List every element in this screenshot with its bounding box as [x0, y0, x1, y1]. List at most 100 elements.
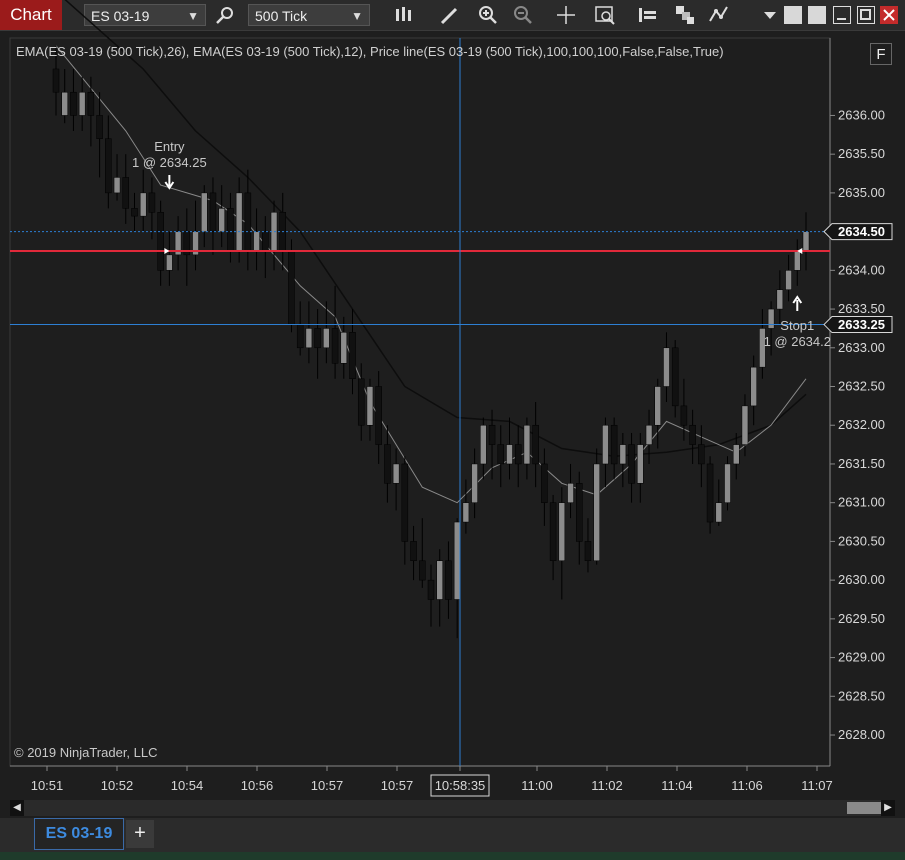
candle: [375, 371, 382, 464]
candle-body: [349, 332, 356, 380]
horizontal-scrollbar[interactable]: ◀ ▶: [10, 800, 895, 816]
candle-body: [523, 424, 531, 465]
candle-body: [488, 424, 496, 445]
candle: [698, 425, 705, 488]
candle: [174, 216, 182, 271]
candle: [401, 456, 409, 565]
candle: [192, 200, 199, 271]
candle-body: [689, 424, 696, 445]
y-tick-label: 2632.00: [838, 417, 885, 432]
crosshair-price-label: 2633.25: [838, 317, 885, 332]
plot-border: [9, 37, 831, 767]
status-bar: [0, 852, 905, 860]
candle-body: [148, 192, 156, 213]
candle: [497, 425, 505, 488]
candle: [628, 432, 635, 503]
x-tick-label: 10:57: [311, 778, 344, 793]
add-tab-button[interactable]: +: [126, 820, 154, 848]
y-tick-label: 2630.50: [838, 533, 885, 548]
scroll-left-icon[interactable]: ◀: [10, 800, 24, 816]
candle-body: [715, 502, 723, 523]
candle-body: [253, 231, 260, 252]
candle: [427, 564, 435, 627]
candle: [366, 378, 374, 441]
scroll-thumb[interactable]: [847, 802, 881, 814]
indicator-label: EMA(ES 03-19 (500 Tick),26), EMA(ES 03-1…: [16, 44, 724, 59]
candle: [139, 169, 147, 232]
candle: [453, 518, 461, 639]
candle-body: [392, 463, 400, 484]
candle-body: [445, 560, 452, 600]
candle-body: [584, 541, 592, 562]
candle-body: [654, 386, 661, 426]
copyright: © 2019 NinjaTrader, LLC: [14, 745, 158, 760]
candle: [794, 239, 801, 286]
candle: [680, 378, 688, 441]
candle: [706, 456, 714, 534]
candle: [122, 154, 130, 224]
candle: [410, 525, 417, 581]
candle: [148, 177, 156, 240]
candle: [541, 448, 548, 526]
candle: [113, 154, 121, 201]
candle-body: [776, 289, 784, 310]
candle: [296, 301, 304, 356]
y-tick-label: 2628.00: [838, 727, 885, 742]
candle: [724, 456, 731, 511]
candle: [610, 417, 618, 480]
x-tick-label: 10:58:35: [435, 778, 486, 793]
candle: [331, 285, 339, 379]
candle: [645, 409, 653, 464]
candle: [689, 409, 696, 464]
candle: [785, 254, 792, 302]
candle: [288, 239, 295, 333]
scroll-right-icon[interactable]: ▶: [881, 800, 895, 816]
candle-body: [706, 463, 714, 523]
y-tick-label: 2629.00: [838, 650, 885, 665]
candle: [314, 309, 321, 379]
candle: [663, 332, 670, 402]
candle: [70, 68, 77, 131]
entry-detail: 1 @ 2634.25: [132, 155, 207, 170]
f-button[interactable]: F: [870, 43, 892, 65]
candle: [584, 518, 592, 573]
candle: [506, 417, 513, 480]
y-tick-label: 2633.00: [838, 340, 885, 355]
candle-body: [628, 444, 635, 484]
candle: [78, 76, 86, 131]
stop-title: Stop1: [780, 318, 814, 333]
y-tick-label: 2630.00: [838, 572, 885, 587]
x-tick-label: 11:04: [661, 778, 693, 793]
candle-body: [794, 250, 801, 271]
candle-body: [166, 254, 173, 271]
candle: [157, 200, 164, 286]
candle: [776, 270, 784, 325]
candle: [558, 487, 566, 600]
candle-body: [139, 192, 147, 217]
candle-body: [453, 521, 461, 600]
candle: [96, 92, 103, 178]
candle: [732, 432, 740, 480]
candle: [549, 494, 557, 581]
candle: [802, 212, 810, 271]
candle-body: [314, 328, 321, 349]
candle: [253, 208, 260, 271]
y-tick-label: 2628.50: [838, 688, 885, 703]
candle-body: [209, 192, 217, 232]
candle-body: [419, 560, 426, 581]
candle-body: [506, 444, 513, 465]
candle: [637, 432, 644, 503]
candle: [602, 417, 609, 488]
candle-body: [732, 444, 740, 465]
candle-body: [201, 192, 208, 232]
bottom-tab-bar: ES 03-19 +: [0, 818, 905, 852]
candle: [227, 192, 234, 263]
candle: [462, 479, 470, 534]
candle-body: [741, 405, 749, 445]
candle: [218, 185, 225, 248]
candle-body: [157, 212, 164, 271]
candle-body: [96, 115, 103, 139]
instrument-tab[interactable]: ES 03-19: [34, 818, 124, 850]
candle-body: [227, 208, 234, 252]
candle-body: [235, 192, 243, 252]
